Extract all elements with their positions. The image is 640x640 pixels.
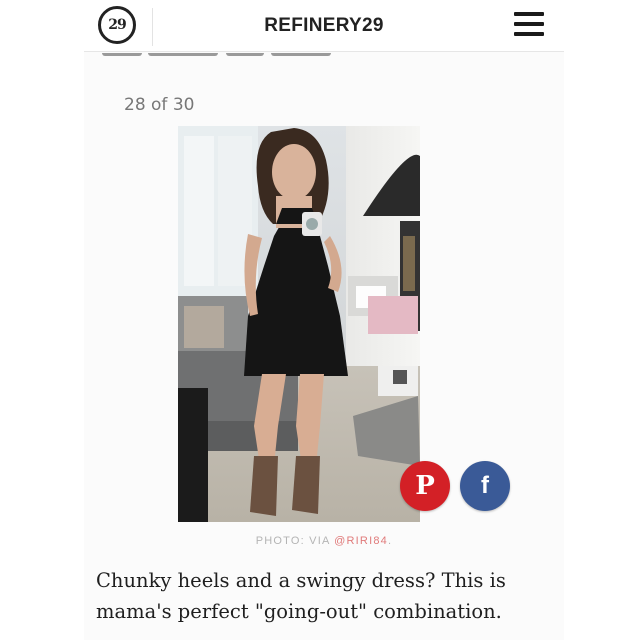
previous-caption-clipped <box>96 53 356 60</box>
photo-credit-handle-link[interactable]: @RIRI84 <box>334 535 388 547</box>
pinterest-share-button[interactable]: P <box>400 461 450 511</box>
facebook-share-button[interactable]: f <box>460 461 510 511</box>
photo-credit-suffix: . <box>387 535 393 547</box>
brand-wordmark[interactable]: REFINERY29 <box>84 0 564 52</box>
header-divider <box>152 8 153 46</box>
photo-credit-prefix: PHOTO: VIA <box>255 535 335 547</box>
logo-text: 29 <box>108 17 127 33</box>
slide-photo[interactable] <box>178 126 420 522</box>
site-header: 29 REFINERY29 <box>84 0 564 52</box>
slide-caption: Chunky heels and a swingy dress? This is… <box>96 569 506 623</box>
article-page: 29 REFINERY29 28 of 30 P f PHOTO: VIA @R… <box>84 0 564 640</box>
photo-credit: PHOTO: VIA @RIRI84. <box>84 535 564 547</box>
pinterest-icon: P <box>415 471 435 501</box>
hamburger-menu-icon[interactable] <box>514 12 544 38</box>
facebook-icon: f <box>481 472 489 499</box>
slide-counter: 28 of 30 <box>124 95 195 115</box>
refinery29-logo-icon[interactable]: 29 <box>98 6 136 44</box>
